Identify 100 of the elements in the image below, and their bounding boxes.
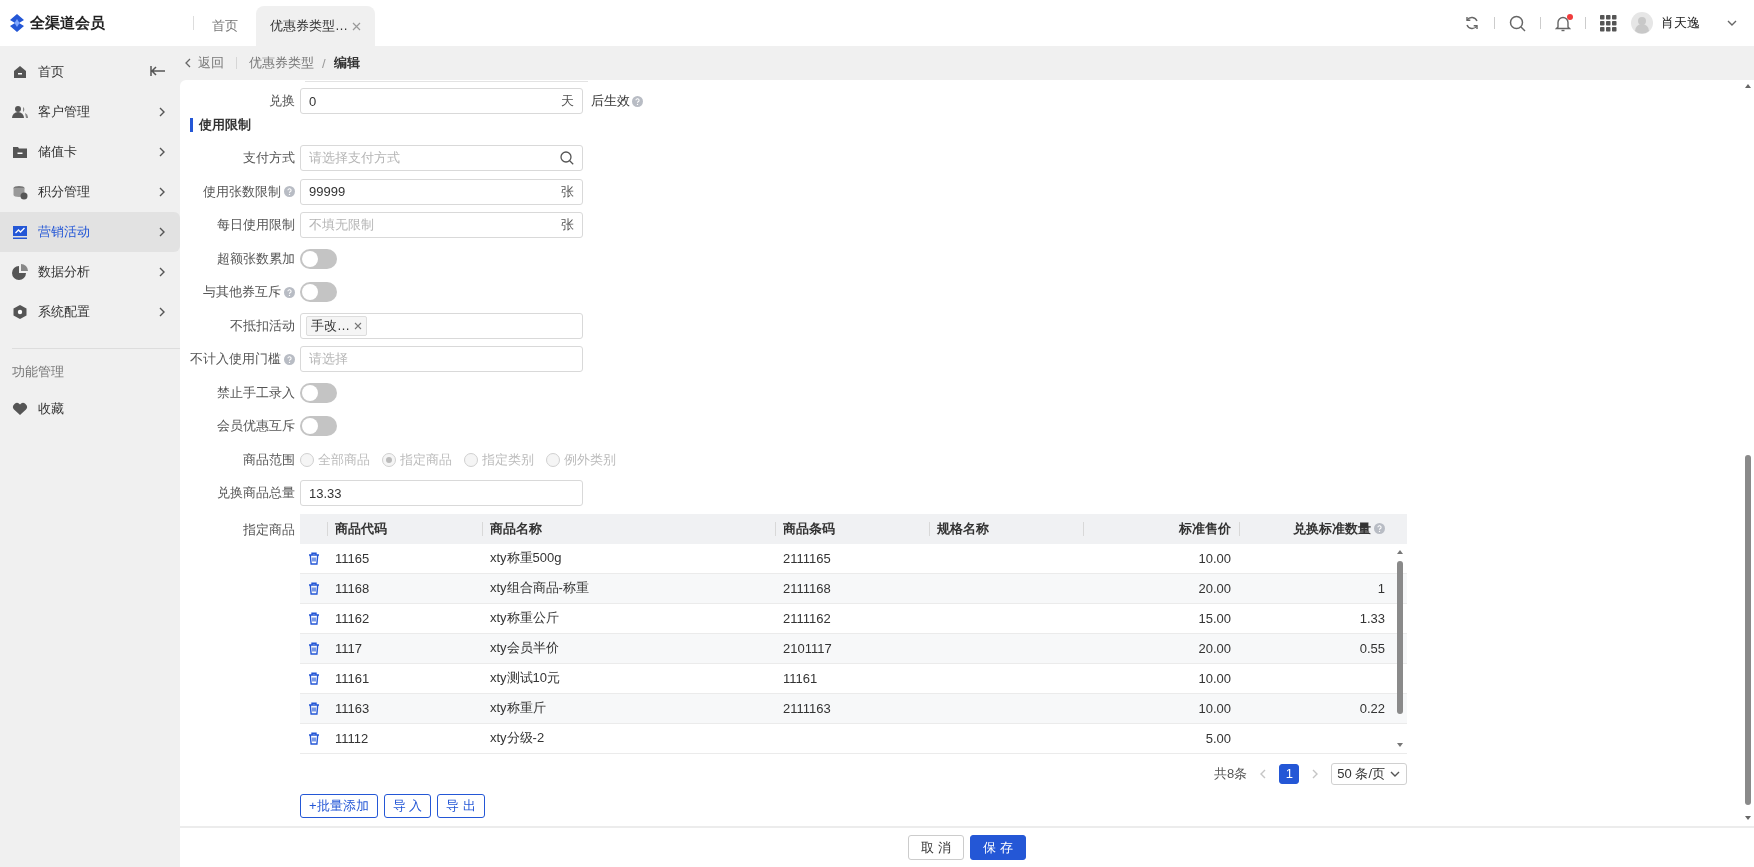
delete-icon[interactable] [307,551,320,565]
collapse-sidebar-icon[interactable] [150,64,166,78]
table-cell: 1 [1377,580,1385,596]
menu-icon [12,224,28,240]
save-button[interactable]: 保 存 [970,835,1026,860]
field-label: 禁止手工录入 [217,383,295,402]
field-label: 超额张数累加 [217,249,295,268]
menu-icon [12,184,28,200]
app-title: 全渠道会员 [30,13,105,33]
toggle-switch[interactable] [300,248,337,269]
breadcrumb-item: 编辑 [333,54,360,72]
field-label: 不计入使用门槛 [190,350,281,368]
menu-icon [12,104,28,120]
sidebar-item[interactable]: 首页 [0,52,180,92]
column-header: 兑换标准数量 [1293,519,1371,538]
input-field[interactable]: 13.33 [300,480,583,506]
table-cell: xty称重公斤 [490,609,559,627]
search-icon[interactable] [1509,14,1526,32]
table-cell: 1117 [335,640,362,656]
user-name[interactable]: 肖天逸 [1661,14,1700,32]
cancel-button[interactable]: 取 消 [908,835,964,860]
sidebar-item[interactable]: 客户管理 [0,92,180,132]
column-header: 商品代码 [335,519,387,538]
total-count: 共8条 [1214,764,1248,783]
input-field[interactable]: 不填无限制 张 [300,212,583,238]
table-cell: 0.55 [1359,640,1385,656]
table-cell: 10.00 [1198,670,1231,686]
delete-icon[interactable] [307,611,320,625]
menu-icon [12,264,28,280]
sidebar-item[interactable]: 系统配置 [0,292,180,332]
table-cell: 11161 [783,670,818,686]
field-label: 与其他券互斥 [203,283,281,301]
tag-select-field[interactable]: 手改… [300,312,583,339]
table-cell: 11112 [335,730,369,746]
table-cell: xty会员半价 [490,639,559,657]
delete-icon[interactable] [307,581,320,595]
refresh-icon[interactable] [1464,15,1480,31]
heart-icon [12,401,28,417]
table-cell: 15.00 [1198,610,1231,626]
table-cell: xty分级-2 [490,729,545,747]
toggle-switch[interactable] [300,382,337,403]
column-header: 规格名称 [937,519,989,538]
toggle-switch[interactable] [300,416,337,436]
remove-tag-icon[interactable] [354,321,362,330]
table-cell: 11168 [335,580,370,596]
sidebar-item[interactable]: 营销活动 [0,212,180,252]
table-cell: 2111163 [783,700,831,716]
column-header: 标准售价 [1179,519,1231,538]
delete-icon[interactable] [307,701,320,715]
table-cell: 1.33 [1359,610,1385,626]
table-cell: 11165 [335,550,370,566]
column-header: 商品条码 [783,519,835,538]
chevron-left-icon [184,57,192,69]
input-field[interactable]: 99999 张 [300,178,583,205]
delete-icon[interactable] [307,641,320,655]
sidebar-item[interactable]: 数据分析 [0,252,180,292]
table-cell: 20.00 [1198,640,1231,656]
tab[interactable]: 首页 [198,6,252,46]
sidebar-item[interactable]: 储值卡 [0,132,180,172]
menu-icon [12,304,28,320]
delete-icon[interactable] [307,671,320,685]
search-icon[interactable] [560,151,574,165]
table-cell: xty组合商品-称重 [490,579,589,597]
table-cell: 11163 [335,700,370,716]
field-label: 兑换 [269,92,295,110]
sidebar-item[interactable]: 收藏 [0,389,180,429]
bell-icon[interactable] [1555,14,1571,32]
field-label: 使用张数限制 [203,182,281,201]
field-hint: 后生效 [591,92,630,110]
table-cell: 5.00 [1205,730,1231,746]
action-button[interactable]: +批量添加 [300,793,378,818]
page-size-select[interactable]: 50 条/页 [1331,762,1407,785]
field-label: 指定商品 [243,520,295,539]
breadcrumb-item[interactable]: 优惠券类型 [249,54,314,72]
logo-icon [10,14,24,32]
table-cell: 2111165 [783,550,831,566]
sidebar-item[interactable]: 积分管理 [0,172,180,212]
toggle-switch[interactable] [300,282,337,302]
input-field[interactable]: 0 天 [300,88,583,114]
tab[interactable]: 优惠券类型… [256,6,375,46]
table-cell: 11162 [335,610,370,626]
field-label: 每日使用限制 [217,216,295,234]
action-button[interactable]: 导 出 [437,793,485,818]
menu-icon [12,144,28,160]
section-marker [190,117,193,132]
page-button[interactable]: 1 [1279,763,1300,784]
tag: 手改… [306,315,367,336]
back-link[interactable]: 返回 [184,54,224,72]
delete-icon[interactable] [307,731,320,745]
action-button[interactable]: 导 入 [383,793,432,818]
field-label: 兑换商品总量 [217,484,295,502]
table-cell: 2111168 [783,580,831,596]
table-cell: 20.00 [1198,580,1231,596]
table-cell: 2101117 [783,640,832,656]
table-cell: 10.00 [1198,550,1231,566]
field-label: 商品范围 [243,450,295,469]
table-cell: 2111162 [783,610,831,626]
apps-grid-icon[interactable] [1600,14,1617,32]
table-cell: 0.22 [1359,700,1385,716]
field-label: 支付方式 [243,149,295,167]
